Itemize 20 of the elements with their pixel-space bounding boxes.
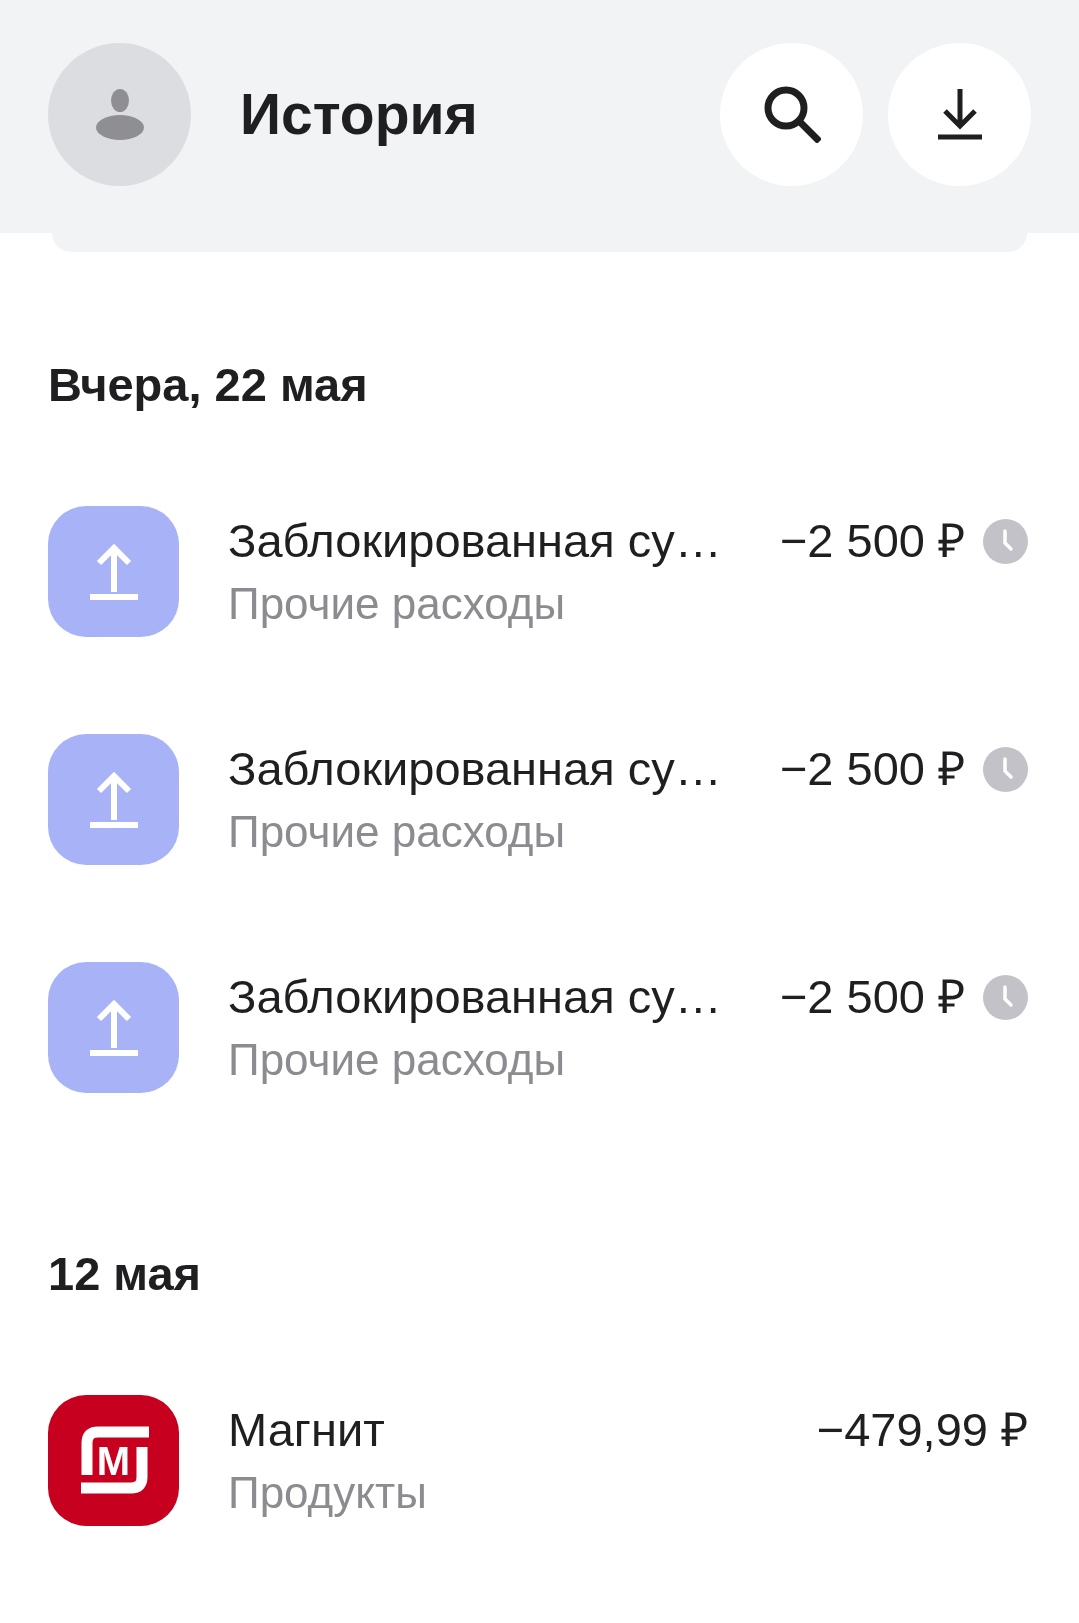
amount-label: −479,99 ₽	[816, 1402, 1028, 1458]
section-date: 12 мая	[48, 1248, 202, 1300]
download-icon	[935, 87, 984, 141]
amount-label: −2 500 ₽	[779, 513, 965, 569]
transaction-title: Заблокированная су…	[228, 969, 722, 1025]
search-icon	[762, 85, 821, 143]
upload-icon	[48, 962, 179, 1093]
section-date: Вчера, 22 мая	[48, 359, 368, 411]
category-label: Прочие расходы	[228, 1034, 566, 1086]
store-logo: М	[48, 1395, 179, 1526]
upload-icon	[48, 506, 179, 637]
transaction-title: Заблокированная су…	[228, 741, 722, 797]
upload-icon	[48, 734, 179, 865]
transaction-title: Заблокированная су…	[228, 513, 722, 569]
amount-label: −2 500 ₽	[779, 969, 965, 1025]
category-label: Прочие расходы	[228, 806, 566, 858]
category-label: Прочие расходы	[228, 578, 566, 630]
transaction-title: Магнит	[228, 1402, 385, 1458]
amount-label: −2 500 ₽	[779, 741, 965, 797]
category-label: Продукты	[228, 1467, 427, 1519]
